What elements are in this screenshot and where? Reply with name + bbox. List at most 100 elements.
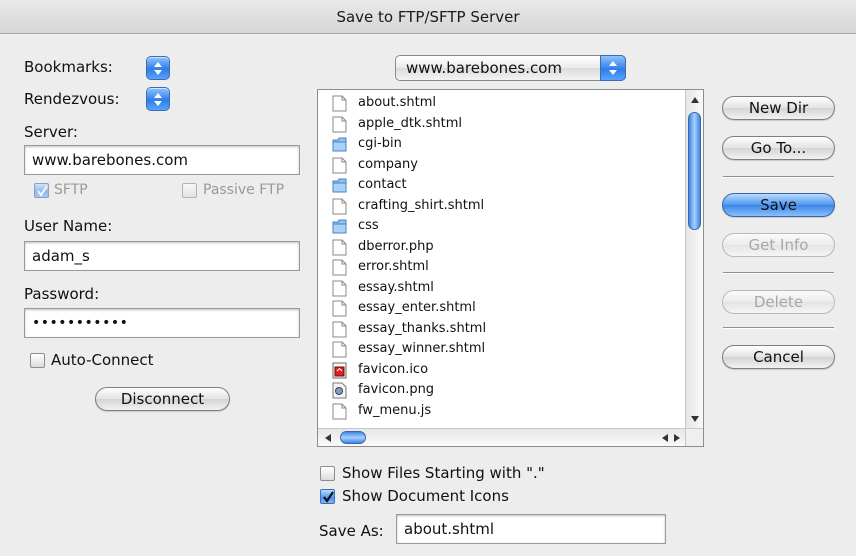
file-name: crafting_shirt.shtml: [358, 197, 485, 213]
file-row[interactable]: css: [318, 216, 684, 237]
auto-connect-label: Auto-Connect: [51, 351, 154, 369]
bookmarks-label: Bookmarks:: [24, 58, 113, 76]
file-name: css: [358, 218, 379, 233]
new-dir-button[interactable]: New Dir: [722, 96, 835, 120]
separator: [723, 272, 834, 274]
document-icon: [332, 116, 347, 133]
file-name: essay_enter.shtml: [358, 300, 476, 315]
file-row[interactable]: essay.shtml: [318, 278, 684, 299]
file-name: essay.shtml: [358, 279, 434, 295]
scroll-up-arrow-icon[interactable]: [690, 96, 700, 104]
file-name: dberror.php: [358, 238, 434, 254]
save-as-label: Save As:: [319, 522, 384, 540]
scroll-left-arrow-icon[interactable]: [324, 433, 332, 443]
rendezvous-popup[interactable]: [146, 87, 170, 111]
bookmarks-popup[interactable]: [146, 56, 170, 80]
document-icon: [332, 198, 347, 215]
file-name: contact: [358, 177, 407, 192]
document-icon: [332, 300, 347, 317]
png-file-icon: [332, 382, 347, 399]
file-row[interactable]: contact: [318, 175, 684, 196]
file-row[interactable]: fw_menu.js: [318, 401, 684, 422]
location-popup-arrow: [600, 55, 626, 81]
document-icon: [332, 157, 347, 174]
vertical-scroll-thumb[interactable]: [688, 112, 701, 230]
folder-icon: [332, 177, 347, 194]
sftp-label: SFTP: [54, 182, 88, 198]
username-field[interactable]: adam_s: [24, 241, 300, 271]
file-row[interactable]: essay_winner.shtml: [318, 339, 684, 360]
show-dot-files-label: Show Files Starting with ".": [342, 464, 545, 482]
file-row[interactable]: favicon.ico: [318, 360, 684, 381]
separator: [723, 327, 834, 329]
scroll-left-arrow-icon-2[interactable]: [661, 433, 669, 443]
document-icon: [332, 341, 347, 358]
save-ftp-dialog: Save to FTP/SFTP Server Bookmarks: Rende…: [0, 0, 856, 556]
file-browser-list[interactable]: about.shtml apple_dtk.shtml cgi-bin company…: [317, 89, 704, 447]
show-document-icons-label: Show Document Icons: [342, 487, 509, 505]
ico-file-icon: [332, 362, 347, 379]
window-title: Save to FTP/SFTP Server: [0, 0, 856, 34]
disconnect-button[interactable]: Disconnect: [95, 387, 230, 411]
location-popup-value: www.barebones.com: [406, 59, 563, 77]
cancel-button[interactable]: Cancel: [722, 345, 835, 369]
file-row[interactable]: company: [318, 155, 684, 176]
folder-icon: [332, 218, 347, 235]
file-row[interactable]: essay_enter.shtml: [318, 298, 684, 319]
location-popup[interactable]: www.barebones.com: [395, 55, 626, 81]
get-info-button[interactable]: Get Info: [722, 233, 835, 257]
separator: [723, 176, 834, 178]
file-row[interactable]: apple_dtk.shtml: [318, 114, 684, 135]
horizontal-scroll-thumb[interactable]: [340, 431, 366, 444]
save-as-field[interactable]: about.shtml: [396, 514, 666, 544]
passive-ftp-checkbox[interactable]: [182, 183, 197, 198]
file-name: favicon.ico: [358, 361, 429, 377]
horizontal-scrollbar[interactable]: [318, 428, 686, 446]
file-name: apple_dtk.shtml: [358, 115, 462, 131]
vertical-scrollbar[interactable]: [685, 90, 703, 428]
file-row[interactable]: dberror.php: [318, 237, 684, 258]
delete-button[interactable]: Delete: [722, 290, 835, 314]
checkmark-icon: [37, 185, 48, 197]
file-name: company: [358, 156, 418, 172]
file-name: error.shtml: [358, 259, 429, 274]
server-field[interactable]: www.barebones.com: [24, 145, 300, 175]
document-icon: [332, 321, 347, 338]
go-to-button[interactable]: Go To...: [722, 136, 835, 160]
scroll-down-arrow-icon[interactable]: [690, 415, 700, 423]
username-label: User Name:: [24, 217, 113, 235]
checkmark-icon: [323, 491, 334, 503]
file-name: fw_menu.js: [358, 402, 432, 418]
file-row[interactable]: essay_thanks.shtml: [318, 319, 684, 340]
show-dot-files-checkbox[interactable]: [320, 466, 335, 481]
scroll-corner: [685, 428, 703, 446]
updown-arrows-icon: [154, 93, 162, 106]
file-name: favicon.png: [358, 382, 435, 397]
folder-icon: [332, 136, 347, 153]
passive-ftp-label: Passive FTP: [203, 182, 285, 198]
rendezvous-label: Rendezvous:: [24, 90, 120, 108]
file-row[interactable]: cgi-bin: [318, 134, 684, 155]
document-icon: [332, 403, 347, 420]
file-name: about.shtml: [358, 95, 437, 110]
save-button[interactable]: Save: [722, 193, 835, 217]
updown-arrows-icon: [609, 61, 617, 75]
auto-connect-checkbox[interactable]: [30, 353, 45, 368]
file-name: essay_winner.shtml: [358, 341, 486, 356]
document-icon: [332, 95, 347, 112]
file-row[interactable]: error.shtml: [318, 257, 684, 278]
file-name: essay_thanks.shtml: [358, 320, 487, 336]
file-row[interactable]: about.shtml: [318, 93, 684, 114]
password-label: Password:: [24, 285, 100, 303]
password-field[interactable]: •••••••••••: [24, 308, 300, 338]
file-row[interactable]: crafting_shirt.shtml: [318, 196, 684, 217]
server-label: Server:: [24, 123, 78, 141]
scroll-right-arrow-icon[interactable]: [673, 433, 681, 443]
document-icon: [332, 259, 347, 276]
file-row[interactable]: favicon.png: [318, 380, 684, 401]
file-name: cgi-bin: [358, 136, 402, 151]
file-rows: about.shtml apple_dtk.shtml cgi-bin company…: [318, 93, 684, 421]
sftp-checkbox[interactable]: [34, 183, 49, 198]
document-icon: [332, 280, 347, 297]
show-document-icons-checkbox[interactable]: [320, 489, 335, 504]
